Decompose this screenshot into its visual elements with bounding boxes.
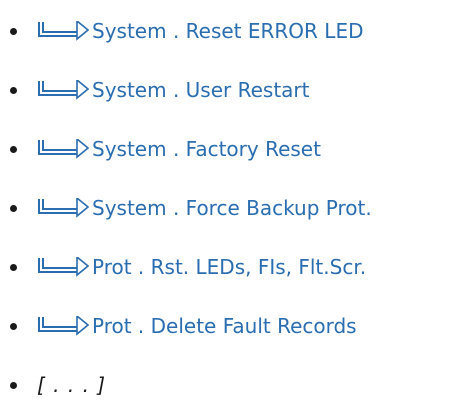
- bullet-icon: [10, 146, 17, 153]
- arrow-return-icon: [38, 257, 89, 277]
- arrow-return-icon: [38, 80, 89, 100]
- menu-link-reset-error-led[interactable]: System . Reset ERROR LED: [92, 19, 363, 43]
- bullet-icon: [10, 382, 17, 389]
- bullet-icon: [10, 323, 17, 330]
- menu-link-delete-fault-records[interactable]: Prot . Delete Fault Records: [92, 314, 357, 338]
- bullet-icon: [10, 87, 17, 94]
- menu-link-rst-leds-fis-flt-scr[interactable]: Prot . Rst. LEDs, FIs, Flt.Scr.: [92, 255, 366, 279]
- bullet-icon: [10, 28, 17, 35]
- arrow-return-icon: [38, 139, 89, 159]
- menu-link-factory-reset[interactable]: System . Factory Reset: [92, 137, 321, 161]
- menu-link-user-restart[interactable]: System . User Restart: [92, 78, 309, 102]
- bullet-icon: [10, 205, 17, 212]
- arrow-return-icon: [38, 21, 89, 41]
- menu-list: System . Reset ERROR LED System . User R…: [0, 0, 475, 410]
- more-items-ellipsis: [ . . . ]: [37, 373, 107, 397]
- arrow-return-icon: [38, 316, 89, 336]
- arrow-return-icon: [38, 198, 89, 218]
- bullet-icon: [10, 264, 17, 271]
- menu-link-force-backup-prot[interactable]: System . Force Backup Prot.: [92, 196, 372, 220]
